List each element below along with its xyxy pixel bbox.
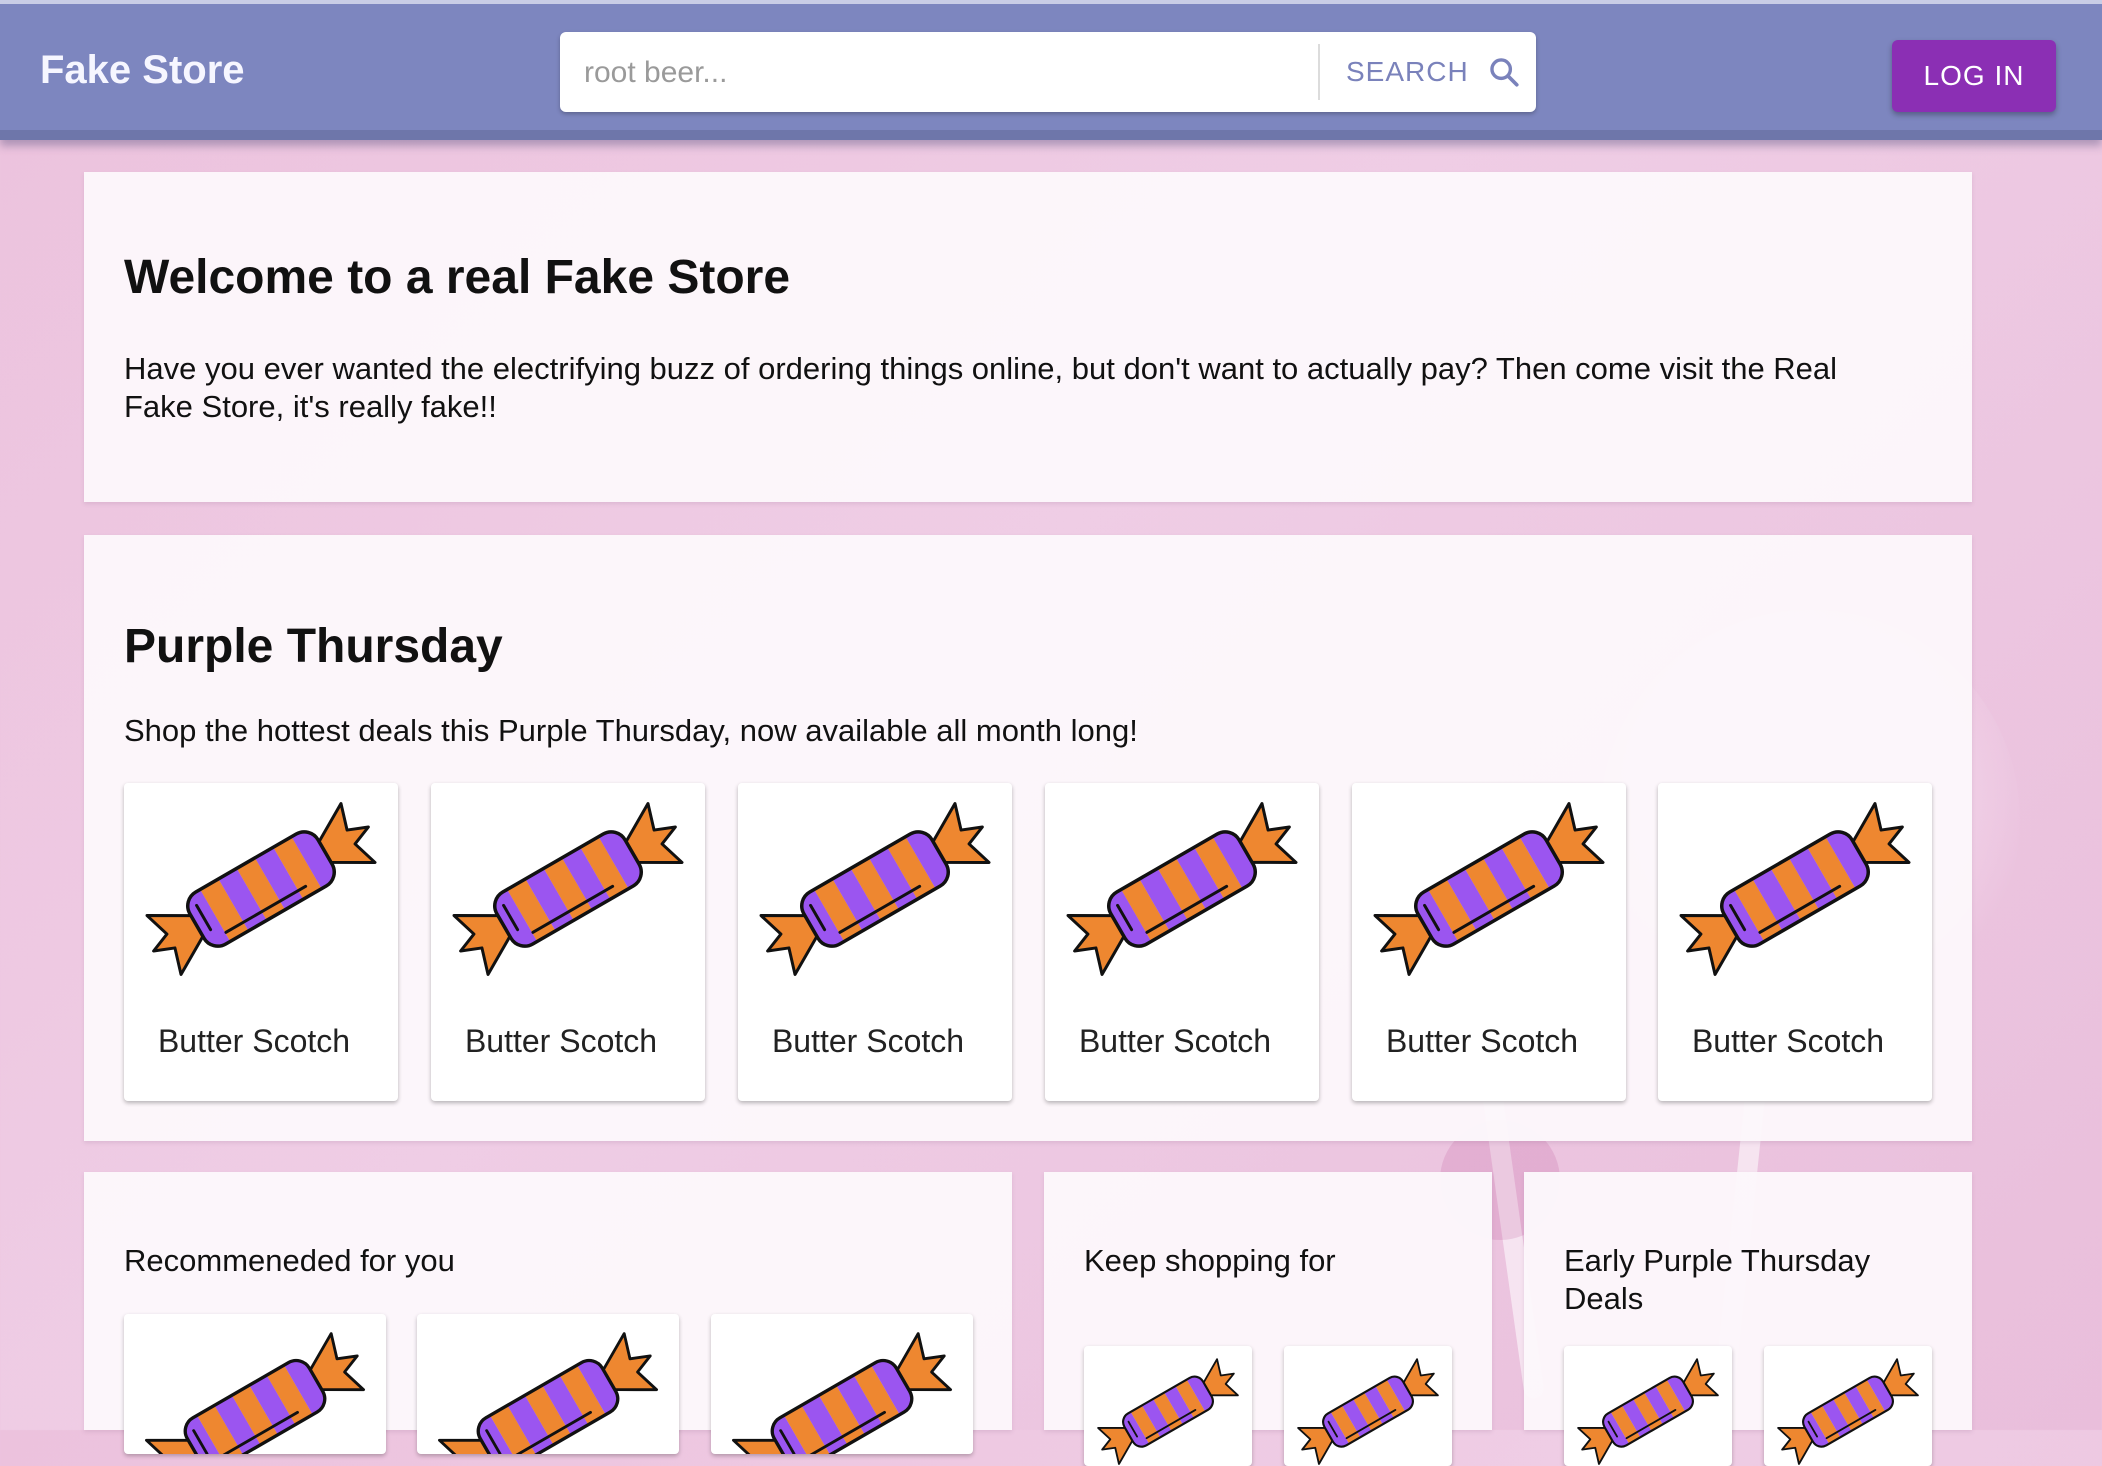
- early-deals-product-card[interactable]: [1564, 1346, 1732, 1466]
- product-card[interactable]: Butter Scotch: [738, 783, 1012, 1101]
- search-button[interactable]: SEARCH: [1332, 40, 1528, 104]
- keep-shopping-panel: Keep shopping for: [1044, 1172, 1492, 1466]
- candy-icon: [711, 1314, 973, 1454]
- candy-icon: [1352, 783, 1626, 993]
- candy-icon: [1045, 783, 1319, 993]
- candy-icon: [431, 783, 705, 993]
- candy-icon: [738, 783, 1012, 993]
- product-card[interactable]: Butter Scotch: [124, 783, 398, 1101]
- login-button[interactable]: LOG IN: [1892, 40, 2056, 112]
- recommended-product-card[interactable]: [417, 1314, 679, 1454]
- search-box: SEARCH: [560, 32, 1866, 112]
- recommended-product-card[interactable]: [124, 1314, 386, 1454]
- product-card[interactable]: Butter Scotch: [1352, 783, 1626, 1101]
- early-deals-product-card[interactable]: [1764, 1346, 1932, 1466]
- candy-icon: [124, 1314, 386, 1454]
- welcome-title: Welcome to a real Fake Store: [124, 251, 791, 304]
- welcome-panel: Welcome to a real Fake Store Have you ev…: [84, 172, 1972, 502]
- recommended-panel: Recommeneded for you: [84, 1172, 1012, 1454]
- early-deals-panel: Early Purple Thursday Deals: [1524, 1172, 1972, 1466]
- candy-icon: [1564, 1346, 1732, 1466]
- candy-icon: [417, 1314, 679, 1454]
- product-name: Butter Scotch: [771, 1023, 965, 1059]
- candy-icon: [1084, 1346, 1252, 1466]
- search-input[interactable]: [582, 46, 1866, 100]
- product-card[interactable]: Butter Scotch: [1045, 783, 1319, 1101]
- candy-icon: [1764, 1346, 1932, 1466]
- search-divider: [1318, 44, 1320, 100]
- product-name: Butter Scotch: [1078, 1023, 1272, 1059]
- product-name: Butter Scotch: [1691, 1023, 1885, 1059]
- keep-shopping-product-card[interactable]: [1084, 1346, 1252, 1466]
- search-button-label: SEARCH: [1346, 56, 1469, 87]
- product-card[interactable]: Butter Scotch: [431, 783, 705, 1101]
- brand-logo[interactable]: Fake Store: [40, 48, 245, 93]
- product-name: Butter Scotch: [157, 1023, 351, 1059]
- search-icon: [1489, 58, 1519, 87]
- early-deals-heading: Early Purple Thursday Deals: [1564, 1243, 1871, 1316]
- purple-thursday-panel: Purple Thursday Shop the hottest deals t…: [84, 535, 1972, 1141]
- product-card[interactable]: Butter Scotch: [1658, 783, 1932, 1101]
- welcome-body: Have you ever wanted the electrifying bu…: [124, 351, 1838, 424]
- candy-icon: [1658, 783, 1932, 993]
- candy-icon: [124, 783, 398, 993]
- keep-shopping-heading: Keep shopping for: [1084, 1243, 1336, 1278]
- candy-icon: [1284, 1346, 1452, 1466]
- recommended-heading: Recommeneded for you: [124, 1243, 455, 1278]
- deals-title: Purple Thursday: [124, 620, 503, 673]
- app-bar-underline: [0, 130, 2102, 140]
- product-name: Butter Scotch: [1385, 1023, 1579, 1059]
- deals-subtitle: Shop the hottest deals this Purple Thurs…: [124, 713, 1138, 748]
- recommended-product-card[interactable]: [711, 1314, 973, 1454]
- product-name: Butter Scotch: [464, 1023, 658, 1059]
- keep-shopping-product-card[interactable]: [1284, 1346, 1452, 1466]
- app-bar: Fake Store SEARCH LOG IN: [0, 0, 2102, 140]
